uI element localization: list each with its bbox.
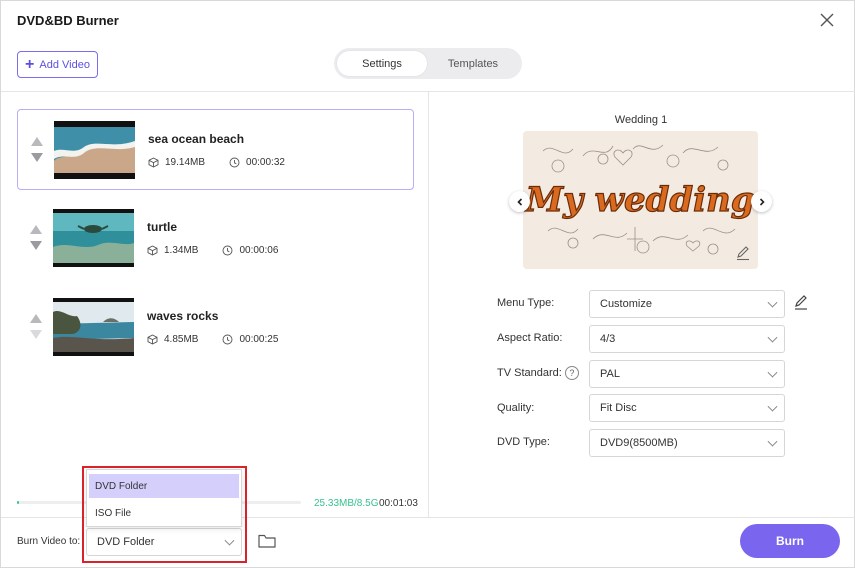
video-meta: 19.14MB 00:00:32 xyxy=(148,157,285,168)
next-template-button[interactable] xyxy=(751,191,772,212)
move-up-icon[interactable] xyxy=(30,314,42,323)
file-size-icon xyxy=(147,245,158,256)
video-meta: 4.85MB 00:00:25 xyxy=(147,334,278,345)
capacity-progress-fill xyxy=(17,501,19,504)
burn-video-to-label: Burn Video to: xyxy=(17,536,81,547)
video-item[interactable]: waves rocks 4.85MB 00:00:25 xyxy=(17,287,414,368)
tab-switcher: Settings Templates xyxy=(334,48,522,79)
previous-template-button[interactable] xyxy=(509,191,530,212)
video-size: 4.85MB xyxy=(164,334,199,345)
reorder-arrows xyxy=(31,137,43,165)
video-thumbnail xyxy=(53,298,134,356)
chevron-down-icon xyxy=(767,297,778,308)
video-thumbnail xyxy=(54,121,135,179)
folder-icon[interactable] xyxy=(257,532,277,550)
tv-standard-select[interactable]: PAL xyxy=(589,360,785,388)
video-name: sea ocean beach xyxy=(148,132,245,146)
capacity-text: 25.33MB/8.5G xyxy=(314,498,379,509)
video-duration: 00:00:06 xyxy=(239,245,279,256)
burn-destination-dropdown: DVD Folder ISO File xyxy=(86,469,242,527)
file-size-icon xyxy=(147,334,158,345)
tab-settings[interactable]: Settings xyxy=(337,51,427,76)
tv-standard-label: TV Standard: ? xyxy=(497,366,579,380)
move-down-icon[interactable] xyxy=(31,153,43,162)
tab-templates[interactable]: Templates xyxy=(428,51,518,76)
clock-icon xyxy=(223,334,233,345)
quality-label: Quality: xyxy=(497,402,535,414)
video-item[interactable]: turtle 1.34MB 00:00:06 xyxy=(17,198,414,279)
dvd-type-select[interactable]: DVD9(8500MB) xyxy=(589,429,785,457)
file-size-icon xyxy=(148,157,159,168)
chevron-left-icon xyxy=(516,197,522,206)
burn-destination-select[interactable]: DVD Folder xyxy=(86,528,242,556)
burn-destination-value: DVD Folder xyxy=(97,536,155,548)
edit-menu-icon[interactable] xyxy=(792,294,810,312)
close-icon[interactable] xyxy=(818,11,836,29)
quality-value: Fit Disc xyxy=(600,402,637,414)
reorder-arrows xyxy=(30,225,42,253)
help-icon[interactable]: ? xyxy=(564,366,579,380)
add-video-label: Add Video xyxy=(39,58,90,71)
video-size: 19.14MB xyxy=(165,157,206,168)
add-video-button[interactable]: + Add Video xyxy=(17,51,98,78)
app-title: DVD&BD Burner xyxy=(17,13,119,28)
dvd-type-value: DVD9(8500MB) xyxy=(600,437,678,449)
video-name: turtle xyxy=(147,220,177,234)
move-down-icon[interactable] xyxy=(30,241,42,250)
video-name: waves rocks xyxy=(147,309,219,323)
dropdown-option-dvd-folder[interactable]: DVD Folder xyxy=(89,474,239,498)
app-window: DVD&BD Burner + Add Video Settings Templ… xyxy=(0,0,855,568)
video-duration: 00:00:25 xyxy=(239,334,279,345)
template-name: Wedding 1 xyxy=(614,114,668,126)
chevron-down-icon xyxy=(767,401,778,412)
chevron-down-icon xyxy=(767,367,778,378)
chevron-down-icon xyxy=(224,535,235,546)
template-preview-text: My wedding xyxy=(524,180,754,220)
burn-button[interactable]: Burn xyxy=(740,524,840,558)
aspect-ratio-value: 4/3 xyxy=(600,333,616,345)
template-preview[interactable]: My wedding xyxy=(523,131,758,269)
panel-divider xyxy=(428,91,429,518)
menu-type-value: Customize xyxy=(600,298,652,310)
tv-standard-value: PAL xyxy=(600,368,620,380)
video-size: 1.34MB xyxy=(164,245,199,256)
aspect-ratio-select[interactable]: 4/3 xyxy=(589,325,785,353)
menu-type-select[interactable]: Customize xyxy=(589,290,785,318)
total-duration: 00:01:03 xyxy=(379,498,418,509)
move-down-icon[interactable] xyxy=(30,330,42,339)
clock-icon xyxy=(229,157,240,168)
dropdown-option-iso-file[interactable]: ISO File xyxy=(89,501,239,525)
menu-type-label: Menu Type: xyxy=(497,297,555,309)
aspect-ratio-label: Aspect Ratio: xyxy=(497,332,563,344)
video-item[interactable]: sea ocean beach 19.14MB 00:00:32 xyxy=(17,109,414,190)
plus-icon: + xyxy=(25,55,35,73)
dvd-type-label: DVD Type: xyxy=(497,436,550,448)
clock-icon xyxy=(223,245,233,256)
move-up-icon[interactable] xyxy=(30,225,42,234)
chevron-right-icon xyxy=(759,197,765,206)
video-duration: 00:00:32 xyxy=(246,157,285,168)
video-meta: 1.34MB 00:00:06 xyxy=(147,245,278,256)
video-thumbnail xyxy=(53,209,134,267)
move-up-icon[interactable] xyxy=(31,137,43,146)
reorder-arrows xyxy=(30,314,42,342)
chevron-down-icon xyxy=(767,436,778,447)
chevron-down-icon xyxy=(767,332,778,343)
quality-select[interactable]: Fit Disc xyxy=(589,394,785,422)
edit-template-icon[interactable] xyxy=(734,244,752,262)
